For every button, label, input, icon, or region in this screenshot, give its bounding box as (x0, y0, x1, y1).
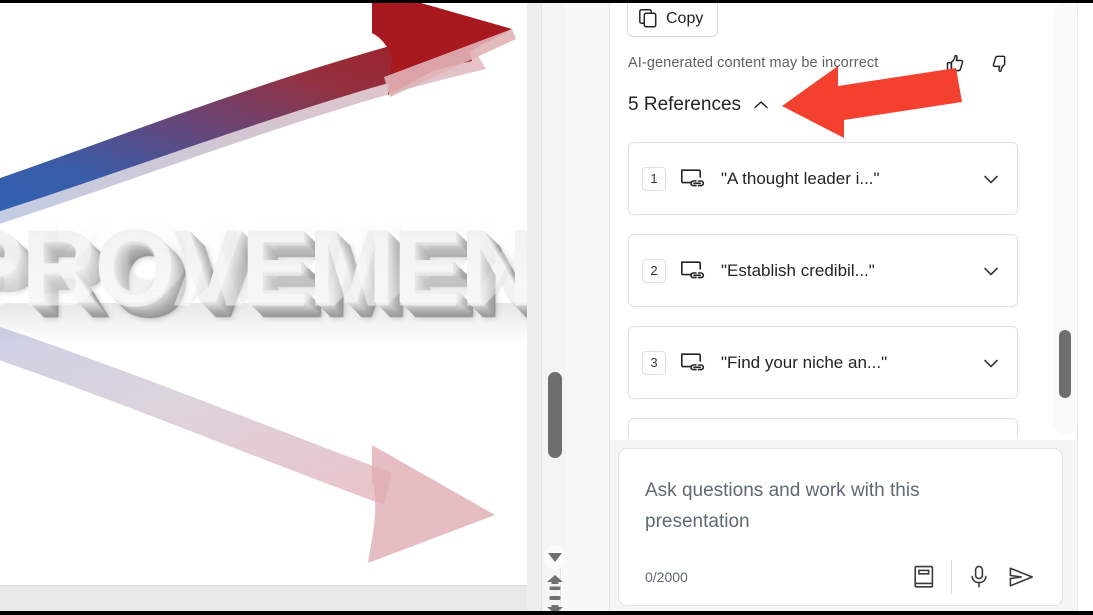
slide-workspace: PROVEMENT PROVEMENT (0, 3, 527, 612)
microphone-icon (971, 565, 987, 588)
send-button[interactable] (1000, 557, 1042, 597)
reference-number-badge: 2 (642, 258, 666, 283)
reference-text: "Find your niche an..." (721, 352, 888, 372)
composer-actions (903, 557, 1042, 597)
microphone-button[interactable] (958, 557, 1000, 597)
thumbs-down-button[interactable] (986, 49, 1016, 79)
chevron-down-icon (984, 175, 998, 183)
slide-link-icon (680, 352, 705, 374)
previous-slide-button[interactable] (545, 573, 565, 595)
reference-expand-button[interactable] (979, 168, 1003, 190)
composer-divider (951, 560, 952, 594)
slide-link-icon (680, 168, 705, 190)
pane-gap-band (562, 3, 610, 612)
prompt-book-icon (914, 565, 934, 588)
screen: PROVEMENT PROVEMENT (0, 0, 1093, 615)
reference-card[interactable] (628, 418, 1018, 437)
slide-canvas[interactable]: PROVEMENT PROVEMENT (0, 3, 527, 586)
thumbs-up-icon (946, 54, 964, 72)
reference-expand-button[interactable] (979, 260, 1003, 282)
slide-link-icon (680, 260, 705, 282)
copilot-right-rail (1077, 3, 1093, 612)
double-arrow-up-icon (547, 575, 563, 590)
chevron-up-icon (754, 101, 768, 109)
ai-disclaimer-text: AI-generated content may be incorrect (628, 55, 879, 71)
feedback-buttons (940, 49, 1016, 79)
slide-scroll-gutter (527, 3, 541, 612)
chat-input[interactable]: Ask questions and work with this present… (645, 475, 975, 537)
reference-card[interactable]: 1 "A thought leader i..." (628, 142, 1018, 215)
reference-number-badge: 3 (642, 350, 666, 375)
slide-scroll-down-button[interactable] (544, 545, 566, 569)
chevron-down-icon (984, 359, 998, 367)
slide-content: PROVEMENT PROVEMENT (0, 3, 527, 585)
reference-expand-button[interactable] (979, 352, 1003, 374)
window-bottom-edge (0, 611, 1093, 615)
reference-number-badge: 1 (642, 166, 666, 191)
references-title: 5 References (628, 94, 742, 115)
thumbs-up-button[interactable] (940, 49, 970, 79)
reference-card[interactable]: 3 "Find your niche an..." (628, 326, 1018, 399)
send-icon (1009, 567, 1033, 587)
reference-card[interactable]: 2 "Establish credibil..." (628, 234, 1018, 307)
slide-scrollbar[interactable] (544, 3, 566, 566)
reference-text: "Establish credibil..." (721, 260, 875, 280)
thumbs-down-icon (992, 55, 1006, 73)
copy-icon (639, 9, 657, 28)
chat-composer[interactable]: Ask questions and work with this present… (618, 448, 1063, 606)
slide-scrollbar-thumb[interactable] (548, 372, 562, 458)
slide-word-reflection: PROVEMENT (0, 211, 527, 327)
copilot-message-scroll-region[interactable]: Copy AI-generated content may be incorre… (610, 3, 1093, 437)
references-toggle[interactable]: 5 References (628, 94, 771, 116)
character-counter: 0/2000 (645, 569, 688, 585)
composer-area: Ask questions and work with this present… (610, 440, 1093, 615)
reference-text: "A thought leader i..." (721, 168, 880, 188)
chevron-down-icon (984, 267, 998, 275)
copy-button[interactable]: Copy (627, 3, 719, 37)
prompt-book-button[interactable] (903, 557, 945, 597)
copilot-pane: Copy AI-generated content may be incorre… (610, 3, 1093, 615)
copilot-scrollbar-thumb[interactable] (1059, 330, 1071, 398)
triangle-down-icon (548, 552, 562, 562)
copy-button-label: Copy (666, 10, 704, 27)
